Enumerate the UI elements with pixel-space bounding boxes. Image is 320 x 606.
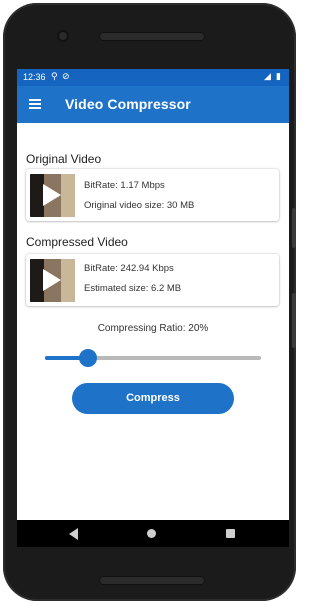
cast-icon: ⚲ <box>51 71 58 81</box>
recents-icon[interactable] <box>226 529 235 538</box>
front-camera <box>57 30 69 42</box>
compressed-size: Estimated size: 6.2 MB <box>84 283 182 294</box>
original-video-label: Original Video <box>26 152 102 166</box>
back-icon[interactable] <box>69 528 78 540</box>
video-thumbnail[interactable] <box>30 174 75 217</box>
no-disturb-icon: ⊘ <box>62 71 70 81</box>
compress-button[interactable]: Compress <box>72 383 234 414</box>
power-button <box>292 293 296 348</box>
slider-thumb[interactable] <box>79 349 98 367</box>
original-bitrate: BitRate: 1.17 Mbps <box>84 180 165 191</box>
play-icon <box>43 269 61 291</box>
app-title: Video Compressor <box>65 96 191 112</box>
navigation-bar <box>17 520 289 547</box>
status-bar: 12:36 ⚲ ⊘ ◢ ▮ <box>17 69 289 86</box>
compression-slider[interactable] <box>45 349 261 367</box>
compressing-ratio-label: Compressing Ratio: 20% <box>97 323 209 334</box>
volume-button <box>292 208 296 248</box>
bottom-speaker <box>99 576 205 585</box>
original-size: Original video size: 30 MB <box>84 200 195 211</box>
phone-frame: 12:36 ⚲ ⊘ ◢ ▮ Video Compressor Original … <box>3 3 296 601</box>
screen: 12:36 ⚲ ⊘ ◢ ▮ Video Compressor Original … <box>17 69 289 547</box>
compressed-bitrate: BitRate: 242.94 Kbps <box>84 263 174 274</box>
status-time: 12:36 <box>23 72 46 82</box>
hamburger-menu-icon[interactable] <box>29 99 41 109</box>
signal-icon: ◢ <box>264 71 271 81</box>
compressed-video-card[interactable]: BitRate: 242.94 Kbps Estimated size: 6.2… <box>26 254 279 306</box>
earpiece-speaker <box>99 32 205 41</box>
app-bar: Video Compressor <box>17 86 289 123</box>
battery-icon: ▮ <box>276 71 281 81</box>
compressed-video-label: Compressed Video <box>26 235 128 249</box>
original-video-card[interactable]: BitRate: 1.17 Mbps Original video size: … <box>26 169 279 221</box>
play-icon <box>43 184 61 206</box>
home-icon[interactable] <box>147 529 156 538</box>
video-thumbnail[interactable] <box>30 259 75 302</box>
